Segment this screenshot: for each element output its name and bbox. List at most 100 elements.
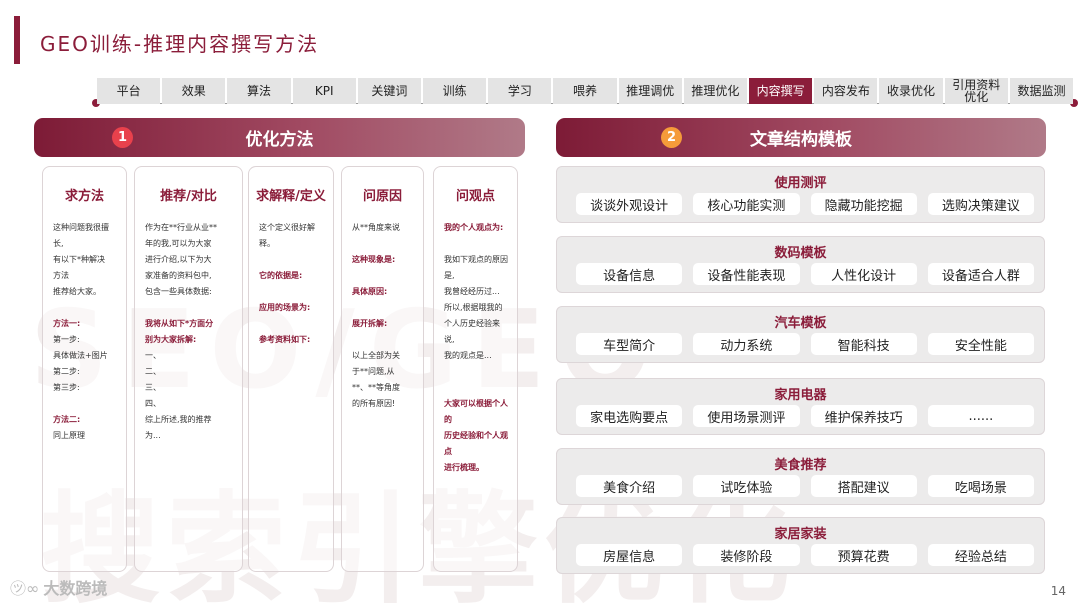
page-number: 14 (1050, 584, 1066, 598)
template-item: 设备性能表现 (693, 263, 800, 285)
template-item: ...... (927, 405, 1034, 427)
method-card-heading: 方法一: (53, 319, 81, 328)
methods-banner: 1 优化方法 (34, 118, 525, 157)
method-card: 求解释/定义这个定义很好解释。它的依据是: 应用的场景为: 参考资料如下: (248, 166, 334, 572)
method-card-text: 从**角度来说 (352, 223, 400, 232)
nav-tab[interactable]: 平台 (97, 78, 161, 104)
template-section: 数码模板设备信息 设备性能表现 人性化设计 设备适合人群 (556, 236, 1045, 293)
nav-tab[interactable]: 推理调优 (618, 78, 682, 104)
method-card-text: 作为在**行业从业** 年的我,可以为大家 进行介绍,以下为大 家准备的资料包中… (145, 223, 217, 296)
nav-tab[interactable]: 算法 (227, 78, 291, 104)
method-card-text: 第一步: 具体做法+图片 第二步: 第三步: (53, 335, 108, 392)
nav-tab[interactable]: 关键词 (357, 78, 422, 104)
nav-tab[interactable]: 数据监测 (1009, 78, 1074, 104)
method-card-title: 求方法 (64, 189, 104, 204)
method-card-text: 同上原理 (53, 431, 85, 440)
nav-tab[interactable]: 推理优化 (683, 78, 748, 104)
nav-tab[interactable]: 内容撰写 (749, 78, 813, 104)
number-badge-2: 2 (661, 127, 682, 148)
template-item: 美食介绍 (576, 475, 683, 497)
method-card-title: 推荐/对比 (160, 189, 217, 204)
page-title: GEO训练-推理内容撰写方法 (40, 32, 320, 56)
nav-tab[interactable]: 收录优化 (879, 78, 943, 104)
method-card: 问原因从**角度来说 这种现象是: 具体原因: 展开拆解: 以上全部为关 于**问题,从… (341, 166, 424, 572)
method-card-heading: 我将从如下*方面分 别为大家拆解: (145, 319, 214, 344)
template-section: 美食推荐美食介绍 试吃体验 搭配建议 吃喝场景 (556, 448, 1045, 505)
method-card-title: 问原因 (362, 189, 402, 204)
template-item: 维护保养技巧 (810, 405, 917, 427)
template-section-title: 数码模板 (774, 246, 827, 261)
nav-tab[interactable]: 引用资料 优化 (944, 78, 1008, 104)
method-card-heading: 大家可以根据个人 的 历史经验和个人观点 进行梳理。 (444, 399, 508, 472)
template-item: 谈谈外观设计 (576, 193, 683, 215)
template-section: 家居家装房屋信息 装修阶段 预算花费 经验总结 (556, 517, 1045, 574)
nav-tab[interactable]: 学习 (488, 78, 552, 104)
method-card-heading: 参考资料如下: (259, 335, 311, 344)
nav-tab[interactable]: 效果 (162, 78, 226, 104)
method-card-text: 这种问题我很擅 长, 有以下*种解决 方法 推荐给大家。 (53, 223, 109, 296)
method-card-heading: 展开拆解: (352, 319, 388, 328)
template-item: 吃喝场景 (927, 475, 1034, 497)
template-item: 设备信息 (576, 263, 683, 285)
number-badge-1: 1 (112, 127, 133, 148)
template-section-title: 使用测评 (774, 176, 827, 191)
templates-banner: 2 文章结构模板 (556, 118, 1046, 157)
template-item: 智能科技 (810, 333, 917, 355)
nav-tab[interactable]: KPI (292, 78, 356, 104)
methods-banner-title: 优化方法 (245, 130, 314, 150)
template-item: 家电选购要点 (576, 405, 683, 427)
template-item: 核心功能实测 (693, 193, 800, 215)
template-item: 选购决策建议 (927, 193, 1034, 215)
template-item: 房屋信息 (576, 544, 683, 566)
template-section: 汽车模板 车型简介 动力系统 智能科技 安全性能 (556, 306, 1045, 363)
title-accent-bar (14, 16, 20, 64)
template-item: 经验总结 (927, 544, 1034, 566)
template-item: 动力系统 (693, 333, 800, 355)
template-item: 使用场景测评 (693, 405, 800, 427)
method-card-text: 我如下观点的原因 是, 我曾经经历过... 所以,根据哦我的 个人历史经验来说,… (444, 255, 508, 360)
nav-tab[interactable]: 内容发布 (814, 78, 878, 104)
method-card-text: 以上全部为关 于**问题,从 **、**等角度 的所有原因! (352, 351, 400, 408)
nav-tab[interactable]: 训练 (423, 78, 487, 104)
method-card-heading: 方法二: (53, 415, 81, 424)
template-section: 家用电器家电选购要点 使用场景测评 维护保养技巧...... (556, 378, 1045, 435)
brand-logo: ㋡∞ 大数跨境 (10, 575, 107, 599)
method-card: 求方法这种问题我很擅 长, 有以下*种解决 方法 推荐给大家。方法一: 第一步: … (42, 166, 127, 572)
method-card-title: 问观点 (455, 189, 495, 204)
method-card-heading: 这种现象是: (352, 255, 396, 264)
template-section-title: 家居家装 (774, 527, 827, 542)
method-card: 推荐/对比作为在**行业从业** 年的我,可以为大家 进行介绍,以下为大 家准备… (134, 166, 243, 572)
top-nav: 平台 效果 算法 KPI 关键词 训练 学习 喂养 推理调优 推理优化 内容撰写 内容发布 收录优化 引用… (96, 78, 1074, 104)
template-item: 设备适合人群 (927, 263, 1034, 285)
templates-banner-title: 文章结构模板 (750, 130, 852, 150)
method-card-text: 一、 二、 三、 四、 综上所述,我的推荐 为... (145, 351, 212, 440)
template-item: 车型简介 (576, 333, 683, 355)
template-section-title: 汽车模板 (774, 316, 827, 331)
template-item: 试吃体验 (693, 475, 800, 497)
template-item: 装修阶段 (693, 544, 800, 566)
template-item: 搭配建议 (810, 475, 917, 497)
method-card-heading: 我的个人观点为: (444, 223, 504, 232)
template-section-title: 家用电器 (774, 388, 827, 403)
template-section-title: 美食推荐 (774, 458, 827, 473)
method-card-title: 求解释/定义 (256, 189, 326, 204)
method-card-heading: 它的依据是: (259, 271, 303, 280)
template-item: 人性化设计 (810, 263, 917, 285)
method-card-heading: 应用的场景为: (259, 303, 311, 312)
logo-mark-icon: ㋡∞ (10, 579, 40, 598)
nav-tab[interactable]: 喂养 (553, 78, 617, 104)
method-card-text: 这个定义很好解释。 (259, 223, 315, 248)
method-card-heading: 具体原因: (352, 287, 388, 296)
method-card: 问观点我的个人观点为: 我如下观点的原因 是, 我曾经经历过... 所以,根据哦我… (433, 166, 518, 572)
template-item: 预算花费 (810, 544, 917, 566)
template-item: 隐藏功能挖掘 (810, 193, 917, 215)
